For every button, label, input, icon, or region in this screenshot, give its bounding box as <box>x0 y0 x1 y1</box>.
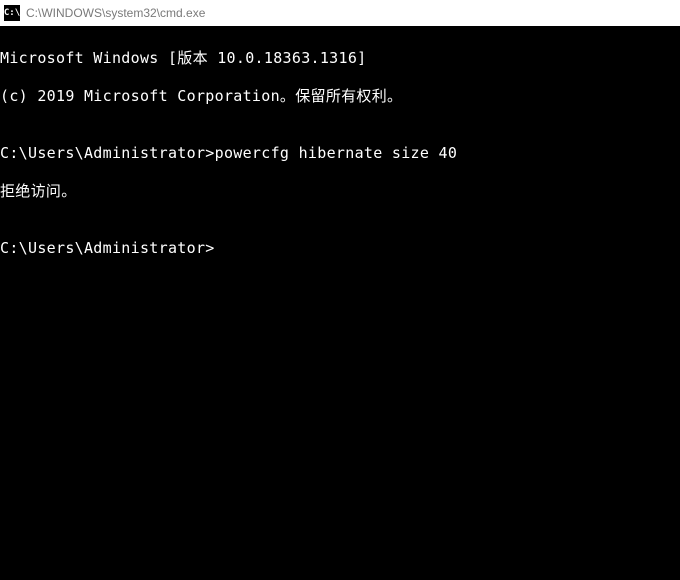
window-titlebar[interactable]: C:\ C:\WINDOWS\system32\cmd.exe <box>0 0 680 26</box>
copyright-line: (c) 2019 Microsoft Corporation。保留所有权利。 <box>0 87 680 106</box>
prompt-path: C:\Users\Administrator> <box>0 144 215 163</box>
prompt-line-2[interactable]: C:\Users\Administrator> <box>0 239 680 258</box>
window-title: C:\WINDOWS\system32\cmd.exe <box>26 6 205 20</box>
terminal-area[interactable]: Microsoft Windows [版本 10.0.18363.1316] (… <box>0 26 680 580</box>
prompt-path: C:\Users\Administrator> <box>0 239 215 258</box>
command-text: powercfg hibernate size 40 <box>215 144 458 163</box>
version-line: Microsoft Windows [版本 10.0.18363.1316] <box>0 49 680 68</box>
prompt-line-1: C:\Users\Administrator>powercfg hibernat… <box>0 144 680 163</box>
response-line: 拒绝访问。 <box>0 182 680 201</box>
cmd-icon: C:\ <box>4 5 20 21</box>
cmd-icon-text: C:\ <box>4 8 20 18</box>
